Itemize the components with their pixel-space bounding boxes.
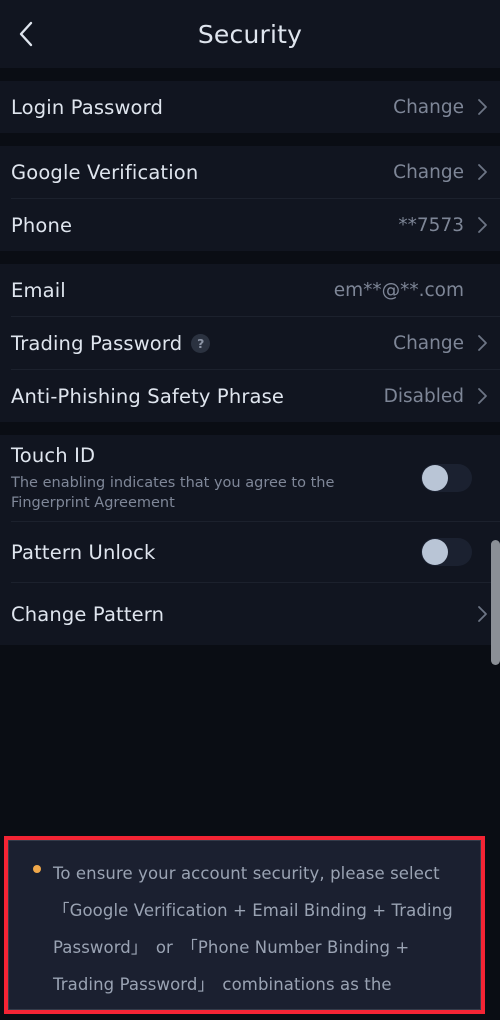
pattern-unlock-toggle[interactable] xyxy=(421,538,472,566)
section-account: Email em**@**.com Trading Password ? Cha… xyxy=(0,264,500,422)
row-label: Phone xyxy=(11,213,73,237)
security-notice-box: To ensure your account security, please … xyxy=(8,840,481,1010)
row-label-wrap: Login Password xyxy=(11,96,393,119)
page-header: Security xyxy=(0,0,500,68)
notice-row: To ensure your account security, please … xyxy=(23,855,466,1009)
row-anti-phishing-safety-phrase[interactable]: Anti-Phishing Safety Phrase Disabled xyxy=(0,370,500,422)
vertical-scrollbar[interactable] xyxy=(491,540,500,665)
section-verification: Google Verification Change Phone **7573 xyxy=(0,146,500,251)
row-phone[interactable]: Phone **7573 xyxy=(0,199,500,251)
row-value: **7573 xyxy=(398,214,464,236)
row-change-pattern[interactable]: Change Pattern xyxy=(0,583,500,645)
chevron-right-icon xyxy=(474,605,488,623)
row-value: Disabled xyxy=(383,385,464,407)
row-label-wrap: Trading Password ? xyxy=(11,332,393,355)
row-label-wrap: Touch ID The enabling indicates that you… xyxy=(11,444,421,513)
chevron-right-icon xyxy=(474,163,488,181)
section-biometrics: Touch ID The enabling indicates that you… xyxy=(0,435,500,645)
row-trading-password[interactable]: Trading Password ? Change xyxy=(0,317,500,369)
row-label: Change Pattern xyxy=(11,602,165,626)
row-label: Trading Password xyxy=(11,331,183,355)
row-label: Anti-Phishing Safety Phrase xyxy=(11,384,285,408)
notice-text: To ensure your account security, please … xyxy=(53,864,456,994)
row-google-verification[interactable]: Google Verification Change xyxy=(0,146,500,198)
row-label: Email xyxy=(11,278,66,302)
row-sublabel: The enabling indicates that you agree to… xyxy=(11,474,335,511)
security-notice-highlight: To ensure your account security, please … xyxy=(4,836,485,1014)
chevron-left-icon xyxy=(18,20,34,48)
bullet-dot-icon xyxy=(33,865,41,873)
chevron-right-icon xyxy=(474,334,488,352)
row-label-wrap: Anti-Phishing Safety Phrase xyxy=(11,385,384,408)
chevron-right-icon xyxy=(474,98,488,116)
row-label: Touch ID xyxy=(11,443,96,467)
touch-id-toggle[interactable] xyxy=(421,464,472,492)
row-email[interactable]: Email em**@**.com xyxy=(0,264,500,316)
row-label-wrap: Change Pattern xyxy=(11,603,474,626)
row-value: Change xyxy=(393,332,464,354)
row-login-password[interactable]: Login Password Change xyxy=(0,81,500,133)
row-touch-id[interactable]: Touch ID The enabling indicates that you… xyxy=(0,435,500,521)
section-gap xyxy=(0,251,500,264)
page-title: Security xyxy=(197,19,303,49)
row-pattern-unlock[interactable]: Pattern Unlock xyxy=(0,522,500,582)
row-label: Login Password xyxy=(11,95,163,119)
toggle-knob xyxy=(422,539,448,565)
row-label-wrap: Email xyxy=(11,279,334,302)
section-login: Login Password Change xyxy=(0,81,500,133)
chevron-right-icon xyxy=(474,216,488,234)
section-gap xyxy=(0,133,500,146)
row-label: Pattern Unlock xyxy=(11,540,156,564)
row-label-wrap: Pattern Unlock xyxy=(11,541,421,564)
section-gap xyxy=(0,422,500,435)
row-value: Change xyxy=(393,96,464,118)
back-button[interactable] xyxy=(0,0,52,68)
row-label-wrap: Google Verification xyxy=(11,161,393,184)
row-value: em**@**.com xyxy=(333,279,464,301)
row-value: Change xyxy=(393,161,464,183)
row-label-wrap: Phone xyxy=(11,214,398,237)
chevron-right-icon xyxy=(474,387,488,405)
security-settings-screen: Security Login Password Change Google Ve… xyxy=(0,0,500,1020)
help-question-icon[interactable]: ? xyxy=(191,333,211,353)
section-gap xyxy=(0,68,500,81)
row-label: Google Verification xyxy=(11,160,199,184)
toggle-knob xyxy=(422,465,448,491)
